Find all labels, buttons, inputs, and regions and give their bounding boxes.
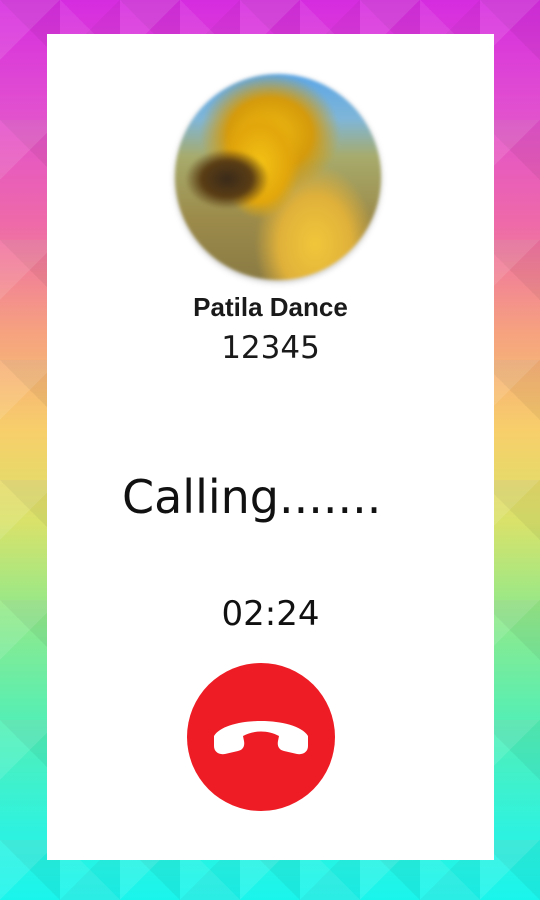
phone-hangup-icon	[206, 706, 316, 769]
caller-name: Patila Dance	[193, 292, 348, 322]
call-timer: 02:24	[221, 594, 320, 634]
call-card: Patila Dance 12345 Calling....... 02:24	[47, 34, 494, 860]
caller-avatar	[175, 74, 381, 280]
end-call-button[interactable]	[187, 663, 335, 811]
caller-number: 12345	[221, 330, 320, 366]
call-status: Calling.......	[122, 470, 382, 524]
